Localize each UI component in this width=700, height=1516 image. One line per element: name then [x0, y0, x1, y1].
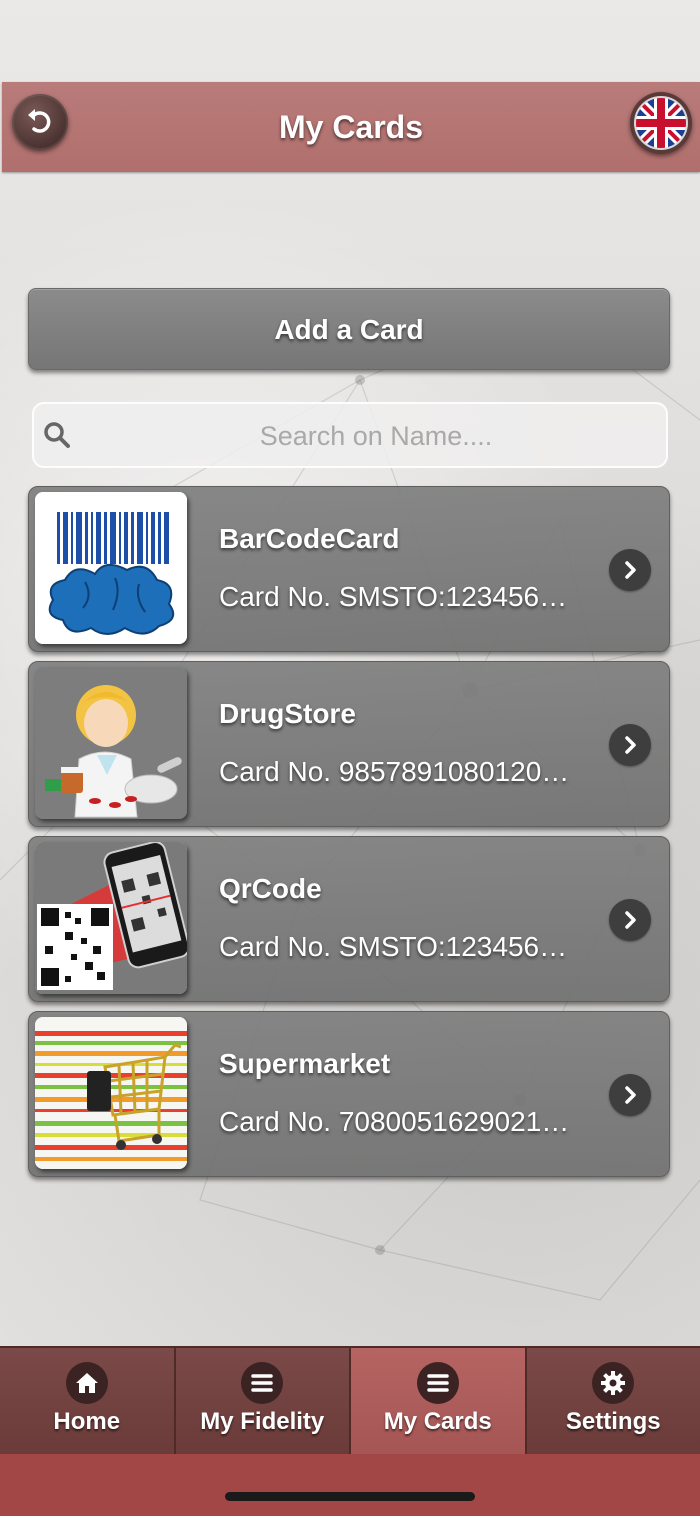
chevron-right-icon[interactable]	[609, 724, 651, 766]
card-number: Card No. SMSTO:123456…	[219, 931, 568, 962]
card-item[interactable]: QrCode Card No. SMSTO:123456…	[28, 836, 670, 1002]
tab-settings[interactable]: Settings	[526, 1346, 700, 1454]
home-indicator[interactable]	[225, 1492, 475, 1501]
tab-label: Home	[53, 1408, 121, 1435]
card-list: BarCodeCard Card No. SMSTO:123456… DrugS…	[28, 486, 670, 1186]
tab-bar: Home My Fidelity My Cards Settings	[0, 1346, 700, 1454]
top-bar: My Cards	[2, 82, 700, 172]
card-name: QrCode	[219, 873, 322, 904]
card-item[interactable]: BarCodeCard Card No. SMSTO:123456…	[28, 486, 670, 652]
menu-icon	[416, 1362, 459, 1404]
card-name: BarCodeCard	[219, 523, 400, 554]
card-item[interactable]: Supermarket Card No. 7080051629021…	[28, 1011, 670, 1177]
card-name: Supermarket	[219, 1048, 391, 1079]
chevron-right-icon[interactable]	[609, 899, 651, 941]
page-title: My Cards	[278, 109, 424, 145]
card-number: Card No. 9857891080120…	[219, 756, 570, 787]
gear-icon	[592, 1362, 635, 1404]
barcode-puzzle-image	[35, 492, 187, 644]
pharmacist-image	[35, 667, 187, 819]
language-button[interactable]	[630, 92, 692, 154]
tab-my-cards[interactable]: My Cards	[351, 1346, 527, 1454]
menu-icon	[241, 1362, 284, 1404]
tab-label: My Fidelity	[200, 1408, 325, 1435]
bottom-safe-area	[0, 1454, 700, 1516]
chevron-right-icon[interactable]	[609, 549, 651, 591]
card-number: Card No. 7080051629021…	[219, 1106, 570, 1137]
add-card-button[interactable]: Add a Card	[28, 288, 670, 370]
search-input[interactable]	[94, 404, 658, 468]
tab-home[interactable]: Home	[0, 1346, 176, 1454]
qr-phone-scan-image	[35, 842, 187, 994]
search-icon	[44, 422, 70, 448]
home-icon	[65, 1362, 108, 1404]
tab-label: My Cards	[383, 1408, 492, 1435]
chevron-right-icon[interactable]	[609, 1074, 651, 1116]
shopping-cart-image	[35, 1017, 187, 1169]
tab-label: Settings	[565, 1408, 661, 1435]
card-item[interactable]: DrugStore Card No. 9857891080120…	[28, 661, 670, 827]
tab-my-fidelity[interactable]: My Fidelity	[175, 1346, 351, 1454]
card-name: DrugStore	[219, 698, 356, 729]
card-number: Card No. SMSTO:123456…	[219, 581, 568, 612]
uk-flag-icon	[634, 96, 688, 150]
search-bar	[32, 402, 668, 468]
